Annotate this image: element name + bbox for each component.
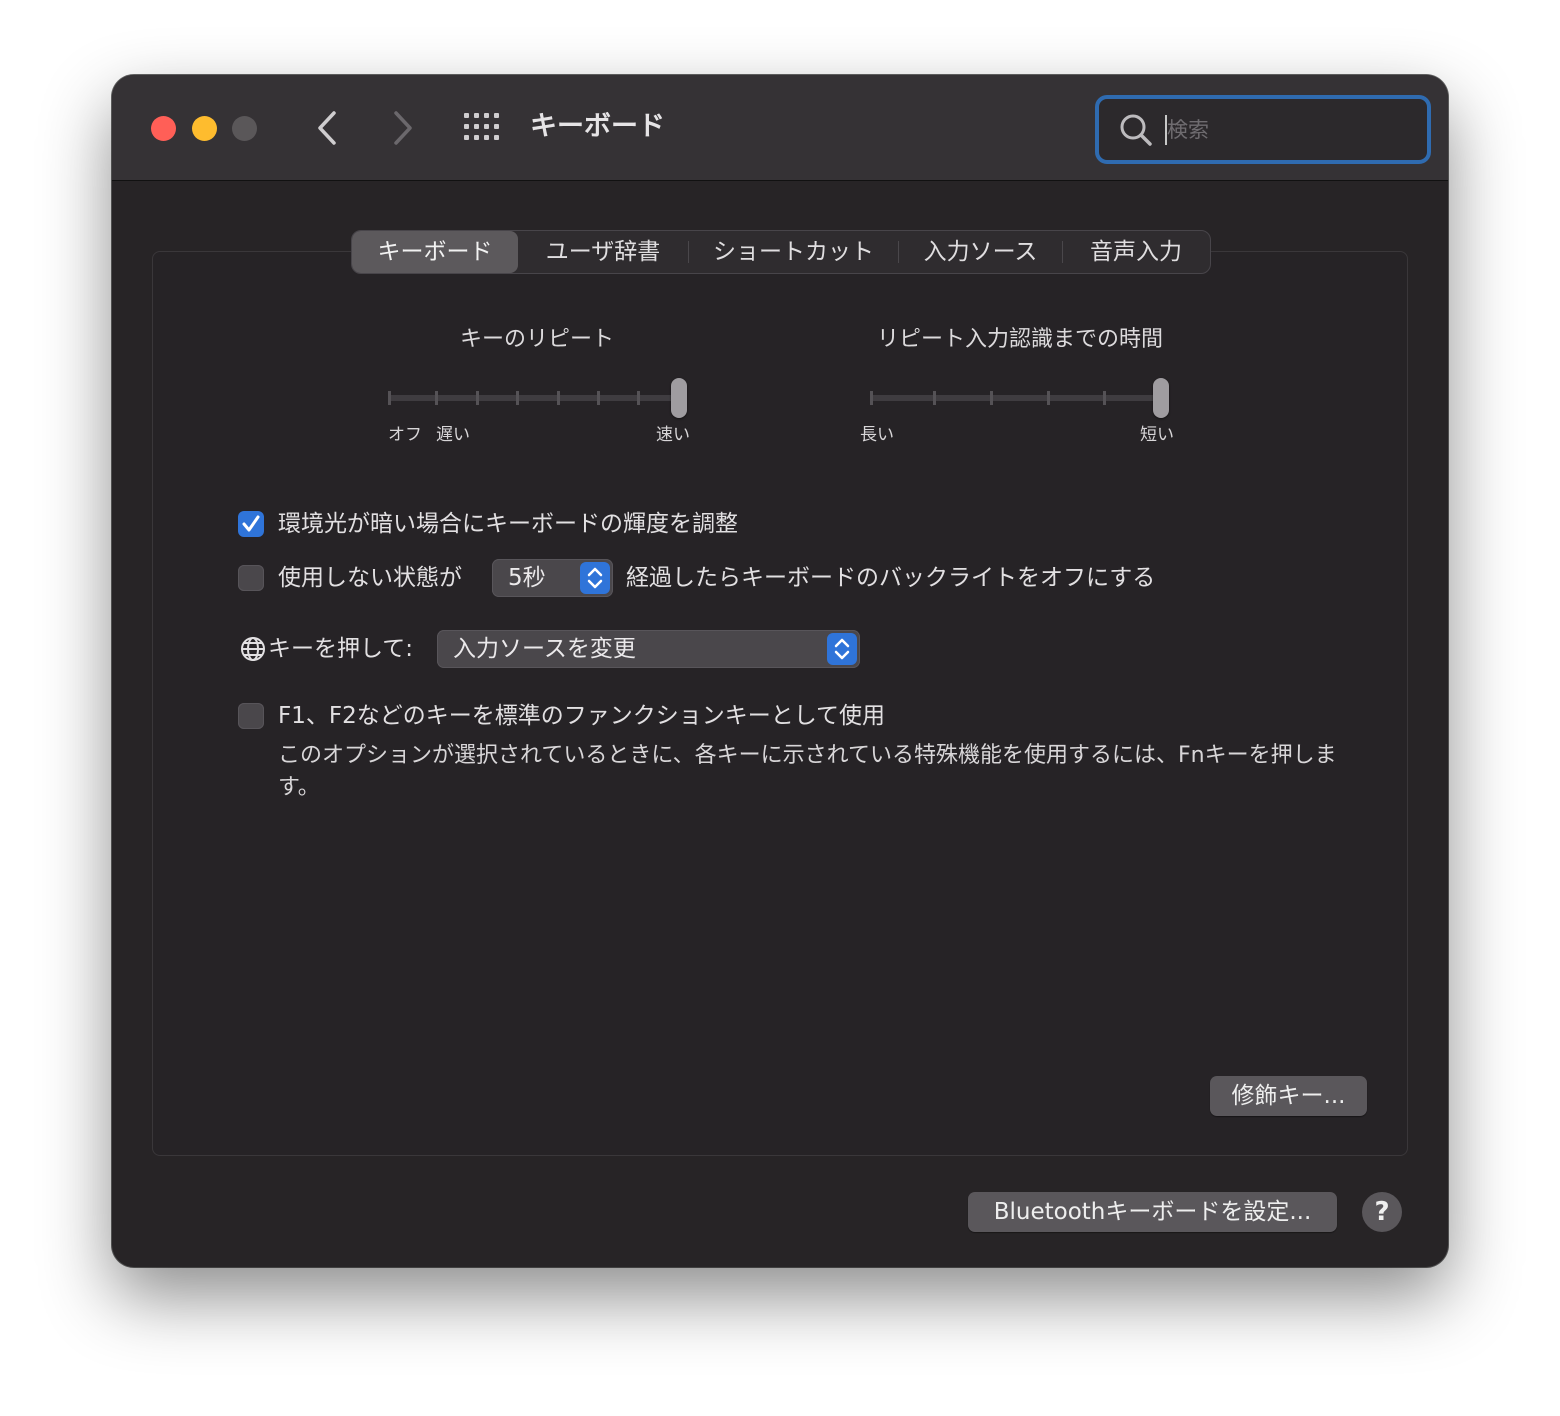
up-down-arrows-icon bbox=[834, 638, 850, 660]
slider-tick bbox=[388, 391, 391, 405]
key-repeat-track[interactable] bbox=[388, 395, 686, 401]
tab-shortcuts[interactable]: ショートカット bbox=[689, 231, 898, 273]
key-repeat-knob[interactable] bbox=[671, 378, 687, 418]
adjust-brightness-checkbox[interactable] bbox=[238, 511, 264, 537]
backlight-off-checkbox[interactable] bbox=[238, 565, 264, 591]
backlight-off-label-before: 使用しない状態が bbox=[278, 565, 462, 591]
repeat-delay-track[interactable] bbox=[870, 395, 1168, 401]
tab-user-dictionary[interactable]: ユーザ辞書 bbox=[518, 231, 688, 273]
back-button[interactable] bbox=[308, 105, 348, 151]
tab-dictation[interactable]: 音声入力 bbox=[1063, 231, 1209, 273]
forward-button[interactable] bbox=[382, 105, 422, 151]
search-placeholder: 検索 bbox=[1167, 118, 1209, 142]
function-keys-description: このオプションが選択されているときに、各キーに示されている特殊機能を使用するには… bbox=[278, 743, 1337, 800]
slider-tick bbox=[516, 391, 519, 405]
search-icon bbox=[1120, 114, 1152, 146]
function-keys-label: F1、F2などのキーを標準のファンクションキーとして使用 bbox=[278, 703, 886, 729]
backlight-timeout-popup[interactable]: 5秒 bbox=[492, 559, 613, 597]
repeat-delay-label: リピート入力認識までの時間 bbox=[876, 327, 1163, 352]
slider-tick bbox=[557, 391, 560, 405]
key-repeat-slow-label: 遅い bbox=[436, 425, 470, 445]
globe-key-popup[interactable]: 入力ソースを変更 bbox=[437, 630, 860, 668]
globe-key-value: 入力ソースを変更 bbox=[453, 636, 636, 662]
tab-bar: キーボード ユーザ辞書 ショートカット 入力ソース 音声入力 bbox=[351, 230, 1211, 274]
repeat-delay-max-label: 短い bbox=[1140, 425, 1174, 445]
up-down-arrows-icon bbox=[587, 567, 603, 589]
help-button[interactable]: ? bbox=[1362, 1192, 1402, 1232]
chevron-right-icon bbox=[394, 111, 412, 145]
key-repeat-label: キーのリピート bbox=[459, 327, 614, 352]
function-keys-checkbox[interactable] bbox=[238, 703, 264, 729]
popup-arrows bbox=[827, 633, 857, 665]
zoom-button[interactable] bbox=[232, 116, 257, 141]
slider-tick bbox=[597, 391, 600, 405]
checkmark-icon bbox=[242, 515, 260, 532]
repeat-delay-knob[interactable] bbox=[1153, 378, 1169, 418]
adjust-brightness-label: 環境光が暗い場合にキーボードの輝度を調整 bbox=[278, 511, 738, 537]
slider-tick bbox=[1047, 391, 1050, 405]
show-all-button[interactable] bbox=[464, 113, 500, 141]
backlight-off-label-after: 経過したらキーボードのバックライトをオフにする bbox=[626, 565, 1156, 591]
slider-tick bbox=[870, 391, 873, 405]
preferences-window: キーボード 検索 キーボード ユーザ辞書 ショートカット 入力ソース 音声入力 … bbox=[112, 75, 1448, 1267]
close-button[interactable] bbox=[151, 116, 176, 141]
slider-tick bbox=[933, 391, 936, 405]
search-field[interactable]: 検索 bbox=[1095, 95, 1431, 164]
slider-tick bbox=[637, 391, 640, 405]
slider-tick bbox=[1103, 391, 1106, 405]
minimize-button[interactable] bbox=[192, 116, 217, 141]
slider-tick bbox=[476, 391, 479, 405]
tab-keyboard[interactable]: キーボード bbox=[352, 231, 518, 273]
chevron-left-icon bbox=[318, 111, 336, 145]
popup-arrows bbox=[580, 562, 610, 594]
globe-key-label: キーを押して: bbox=[268, 636, 414, 662]
tab-input-sources[interactable]: 入力ソース bbox=[899, 231, 1062, 273]
window-title: キーボード bbox=[530, 111, 665, 142]
grid-icon bbox=[464, 113, 499, 140]
slider-tick bbox=[990, 391, 993, 405]
key-repeat-max-label: 速い bbox=[656, 425, 690, 445]
backlight-timeout-value: 5秒 bbox=[508, 565, 546, 591]
repeat-delay-min-label: 長い bbox=[860, 425, 894, 445]
globe-icon bbox=[241, 637, 265, 661]
modifier-keys-button[interactable]: 修飾キー... bbox=[1210, 1076, 1367, 1116]
key-repeat-min-label: オフ bbox=[388, 425, 422, 445]
bluetooth-keyboard-button[interactable]: Bluetoothキーボードを設定... bbox=[968, 1192, 1337, 1232]
titlebar: キーボード 検索 bbox=[112, 75, 1448, 181]
slider-tick bbox=[435, 391, 438, 405]
